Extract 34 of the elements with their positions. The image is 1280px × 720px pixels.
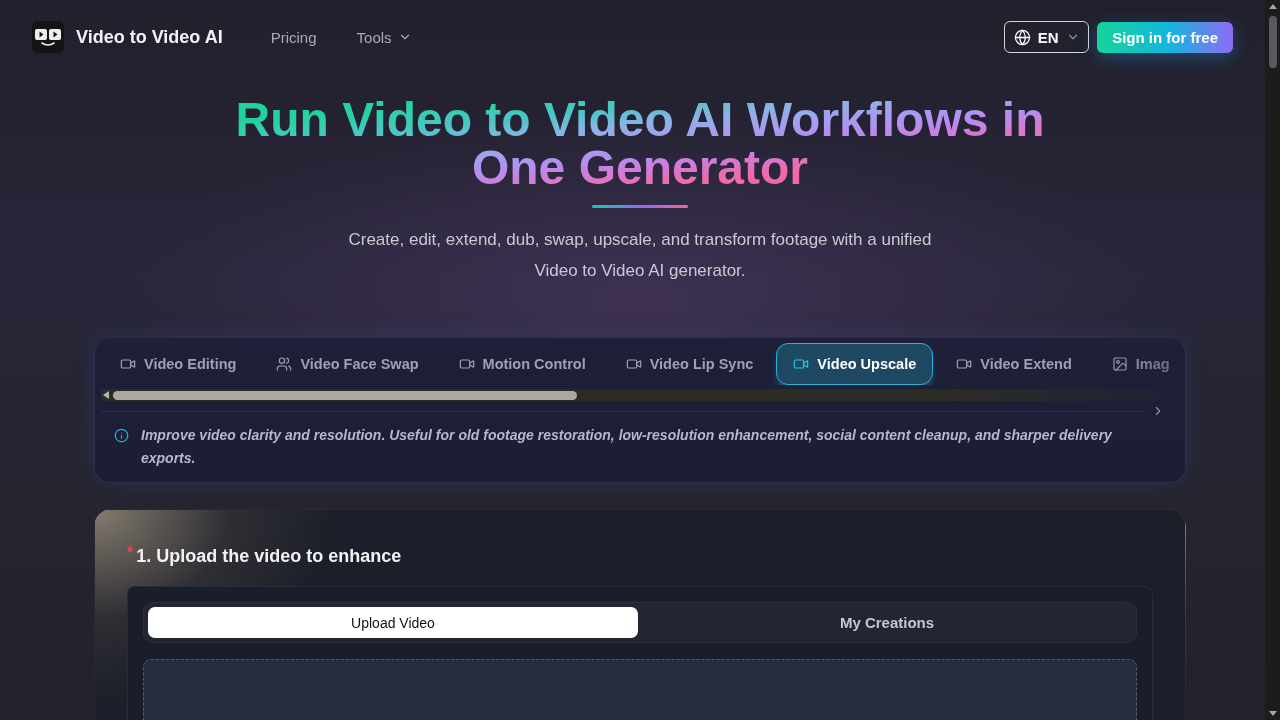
- scroll-up-icon[interactable]: [1268, 4, 1277, 9]
- required-mark: *: [127, 545, 134, 561]
- tool-tab[interactable]: Video Extend: [939, 343, 1089, 385]
- image-icon: [1111, 356, 1128, 372]
- logo-icon: [32, 21, 64, 53]
- nav-link[interactable]: Pricing: [270, 28, 317, 46]
- page-scrollbar[interactable]: [1265, 0, 1280, 720]
- hero-subtitle: Create, edit, extend, dub, swap, upscale, and transform footage with a unified Video to Video AI generator.: [347, 229, 933, 282]
- tool-description: Improve video clarity and resolution. Useful for old footage restoration, low-resolution enhancement, social content cleanup, and sharper delivery exports.: [141, 426, 1113, 468]
- tabs-scrollbar[interactable]: [101, 389, 1159, 401]
- tool-tab[interactable]: Video Upscale: [776, 343, 934, 385]
- video-camera-icon: [793, 356, 810, 372]
- scrollbar-thumb[interactable]: [113, 390, 577, 400]
- info-icon: [114, 428, 129, 443]
- brand-name: Video to Video AI: [76, 26, 223, 48]
- globe-icon: [1013, 28, 1031, 46]
- tool-tab[interactable]: Imag: [1094, 343, 1187, 385]
- source-option[interactable]: Upload Video: [148, 607, 638, 638]
- scrollbar-thumb[interactable]: [1268, 16, 1277, 68]
- video-camera-icon: [956, 356, 973, 372]
- video-camera-icon: [625, 356, 642, 372]
- tool-tab[interactable]: Video Lip Sync: [608, 343, 771, 385]
- video-camera-icon: [458, 356, 475, 372]
- people-icon: [276, 356, 293, 372]
- language-button[interactable]: EN: [1004, 21, 1090, 53]
- video-camera-icon: [120, 356, 136, 372]
- tool-tab[interactable]: Video Face Swap: [259, 343, 436, 385]
- scroll-down-icon[interactable]: [1268, 711, 1277, 716]
- nav-menu[interactable]: Tools: [356, 28, 412, 46]
- step-heading: 1. Upload the video to enhance: [136, 545, 402, 567]
- brand-link[interactable]: Video to Video AI: [32, 21, 223, 53]
- tool-tab[interactable]: Motion Control: [441, 343, 603, 385]
- tool-tab[interactable]: Video Editing: [103, 343, 254, 385]
- source-option[interactable]: My Creations: [642, 607, 1132, 638]
